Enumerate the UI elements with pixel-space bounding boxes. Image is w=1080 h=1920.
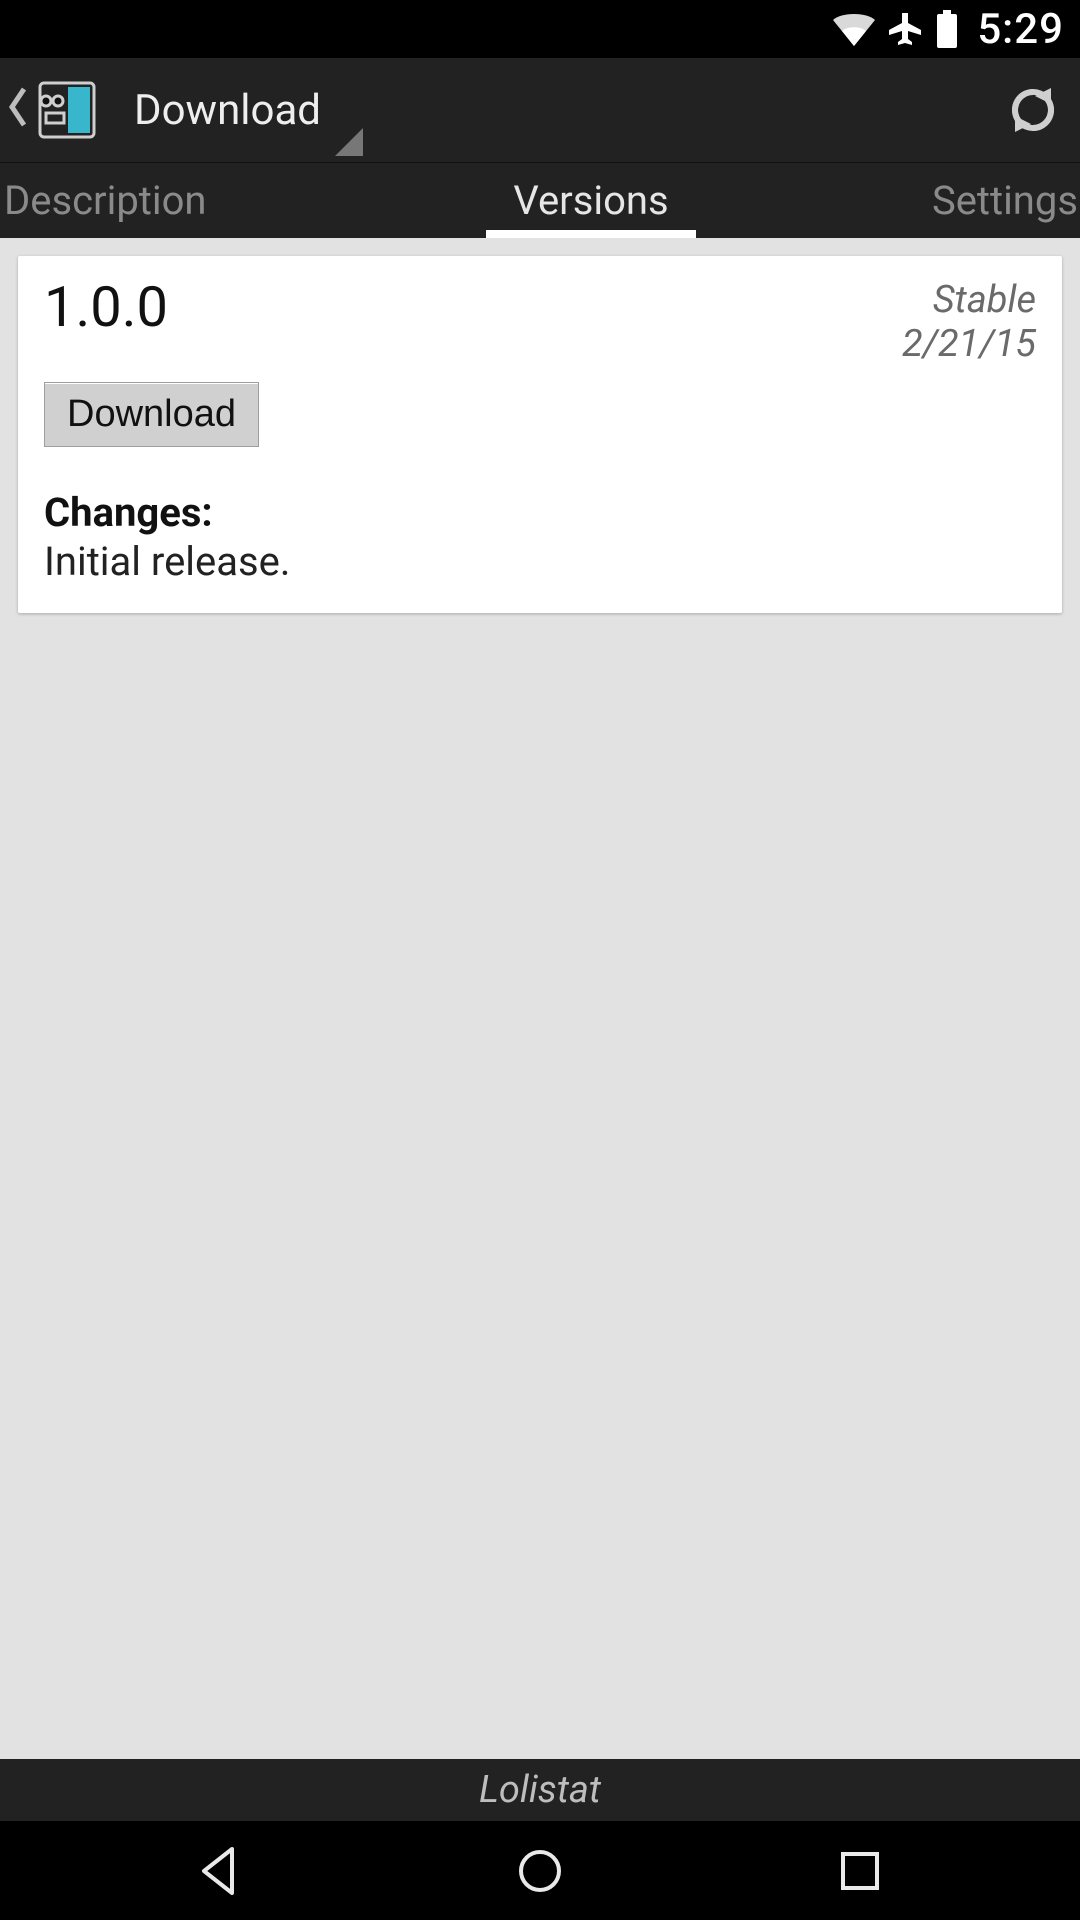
nav-bar bbox=[0, 1821, 1080, 1920]
tab-strip: Description Versions Settings bbox=[0, 162, 1080, 238]
footer-bar: Lolistat bbox=[0, 1759, 1080, 1821]
battery-icon bbox=[935, 10, 959, 48]
version-stability: Stable bbox=[902, 278, 1036, 322]
tab-label: Description bbox=[4, 177, 207, 224]
spinner-triangle-icon[interactable] bbox=[335, 128, 363, 156]
content-area[interactable]: 1.0.0 Stable 2/21/15 Download Changes: I… bbox=[0, 238, 1080, 1759]
airplane-icon bbox=[887, 11, 923, 47]
back-chevron-icon[interactable] bbox=[6, 87, 34, 134]
version-header: 1.0.0 Stable 2/21/15 bbox=[44, 278, 1036, 366]
version-card: 1.0.0 Stable 2/21/15 Download Changes: I… bbox=[18, 256, 1062, 613]
footer-title: Lolistat bbox=[479, 1768, 601, 1812]
tab-description[interactable]: Description bbox=[0, 163, 302, 238]
download-button[interactable]: Download bbox=[44, 382, 259, 447]
version-date: 2/21/15 bbox=[902, 322, 1036, 366]
changes-label: Changes: bbox=[44, 489, 1036, 536]
status-bar: 5:29 bbox=[0, 0, 1080, 58]
xposed-app-icon[interactable] bbox=[34, 77, 100, 143]
version-number: 1.0.0 bbox=[44, 278, 168, 337]
wifi-icon bbox=[833, 12, 875, 46]
changes-text: Initial release. bbox=[44, 538, 1036, 585]
action-bar: Download bbox=[0, 58, 1080, 162]
nav-back-button[interactable] bbox=[160, 1836, 280, 1906]
tab-settings[interactable]: Settings bbox=[880, 163, 1080, 238]
action-bar-title[interactable]: Download bbox=[134, 86, 321, 135]
refresh-button[interactable] bbox=[1004, 81, 1062, 139]
tab-label: Settings bbox=[932, 177, 1078, 224]
nav-home-button[interactable] bbox=[480, 1836, 600, 1906]
tab-label: Versions bbox=[513, 177, 668, 224]
status-time: 5:29 bbox=[977, 5, 1064, 54]
changes-section: Changes: Initial release. bbox=[44, 489, 1036, 585]
nav-recent-button[interactable] bbox=[800, 1836, 920, 1906]
tab-versions[interactable]: Versions bbox=[302, 163, 880, 238]
version-meta: Stable 2/21/15 bbox=[902, 278, 1036, 366]
